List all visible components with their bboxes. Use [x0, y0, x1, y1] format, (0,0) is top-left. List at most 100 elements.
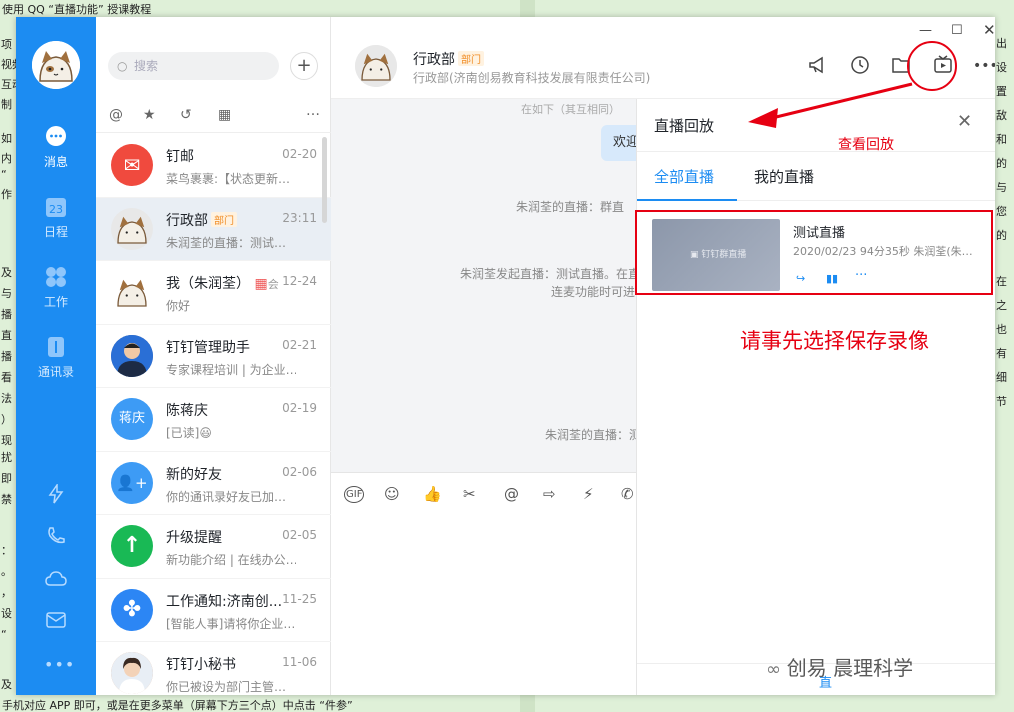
- system-message: 在如下（其互相同）: [521, 103, 620, 116]
- list-item[interactable]: 蒋庆 陈蒋庆 02-19 [已读]😃: [96, 388, 331, 452]
- message-composer: GIF ☺ 👍 ✂ @ ⇨ ⚡ ✆: [331, 472, 651, 695]
- doc-fragment: 播: [1, 308, 12, 321]
- chat-bubble-icon: [44, 125, 68, 149]
- share-file-icon[interactable]: ⇨: [543, 485, 556, 503]
- stats-icon[interactable]: ▮▮: [826, 272, 838, 285]
- doc-fragment: “: [1, 168, 7, 181]
- conversation-name: 陈蒋庆: [166, 403, 208, 419]
- doc-fragment: 。: [1, 565, 12, 578]
- list-item[interactable]: 👤+ 新的好友 02-06 你的通讯录好友已加…: [96, 452, 331, 515]
- conversation-time: 11-06: [282, 655, 317, 669]
- filter-more-icon[interactable]: …: [306, 103, 320, 119]
- doc-fragment: 的: [996, 157, 1007, 170]
- minimize-icon[interactable]: —: [919, 23, 932, 38]
- doc-fragment: 出: [996, 37, 1007, 50]
- nav-label-calendar: 日程: [43, 225, 68, 239]
- more-options-icon[interactable]: •••: [973, 55, 995, 77]
- add-button[interactable]: +: [290, 52, 318, 80]
- search-input[interactable]: ○ 搜索: [108, 52, 279, 80]
- share-icon[interactable]: ↪: [796, 272, 805, 285]
- department-tag: 部门: [211, 211, 237, 227]
- conversation-name: 新的好友: [166, 466, 222, 483]
- lightning-icon[interactable]: [44, 482, 68, 508]
- conversation-badge: 会: [267, 278, 279, 291]
- search-icon: ○: [117, 59, 128, 73]
- replay-highlight-circle: [907, 41, 957, 91]
- history-icon[interactable]: [849, 55, 871, 77]
- list-item[interactable]: ✤ 工作通知:济南创... 11-25 [智能人事]请将你企业…: [96, 579, 331, 642]
- doc-fragment: 在之: [996, 275, 1007, 312]
- doc-fragment: ：: [1, 544, 12, 557]
- tab-all-lives[interactable]: 全部直播: [654, 166, 714, 187]
- doc-fragment-column-right: 在之 也有 细节: [996, 270, 1014, 414]
- gif-icon[interactable]: GIF: [344, 486, 365, 503]
- nav-item-contacts[interactable]: 通讯录: [16, 335, 96, 380]
- list-item[interactable]: ↑ 升级提醒 02-05 新功能介绍 | 在线办公…: [96, 515, 331, 579]
- doc-fragment: 播: [1, 350, 12, 363]
- doc-fragment: 设: [1, 607, 12, 620]
- replay-thumbnail[interactable]: ▣ 钉钉群直播: [652, 219, 780, 291]
- nav-item-work[interactable]: 工作: [16, 265, 96, 310]
- star-filter-icon[interactable]: ★: [143, 107, 156, 123]
- doc-fragment: ，: [1, 586, 12, 599]
- call-icon[interactable]: ✆: [621, 485, 634, 503]
- more-dots-icon[interactable]: •••: [44, 653, 74, 677]
- emoji-icon[interactable]: ☺: [384, 485, 400, 503]
- live-replay-card[interactable]: ▣ 钉钉群直播 测试直播 2020/02/23 94分35秒 朱润荃(朱… ↪ …: [635, 210, 993, 295]
- doc-fragment: 与: [1, 287, 12, 300]
- card-more-icon[interactable]: ···: [855, 268, 867, 283]
- add-friend-avatar-icon: 👤+: [111, 461, 153, 504]
- mention-filter-icon[interactable]: @: [109, 107, 123, 123]
- maximize-icon[interactable]: ☐: [951, 23, 963, 38]
- tab-my-lives[interactable]: 我的直播: [754, 166, 814, 187]
- conversation-name-wrap: 我（朱润荃） ▦会: [166, 273, 279, 293]
- conversation-time: 02-20: [282, 147, 317, 161]
- list-item[interactable]: 钉钉小秘书 11-06 你已被设为部门主管…: [96, 642, 331, 695]
- calendar-day: 23: [49, 203, 63, 216]
- doc-fragment: 设置: [996, 61, 1007, 98]
- system-message: 朱润荃的直播：测: [545, 428, 642, 442]
- doc-fragment: 作: [1, 188, 12, 201]
- conversation-name: 升级提醒: [166, 530, 222, 546]
- panel-title: 直播回放: [654, 117, 715, 135]
- list-scrollbar[interactable]: [322, 137, 327, 223]
- conversation-name: 钉邮: [166, 149, 194, 165]
- system-message: 朱润荃的直播：群直: [516, 200, 625, 214]
- cloud-icon[interactable]: [44, 569, 68, 593]
- thumbnail-label: ▣ 钉钉群直播: [690, 250, 747, 260]
- user-avatar[interactable]: [32, 41, 80, 89]
- list-item[interactable]: 行政部 部门 23:11 朱润荃的直播：测试…: [96, 197, 331, 261]
- nav-item-calendar[interactable]: 23 日程: [16, 195, 96, 240]
- cat-avatar-icon: [111, 271, 153, 313]
- conversation-time: 23:11: [282, 210, 317, 225]
- nav-item-messages[interactable]: 消息: [16, 125, 96, 170]
- upgrade-avatar-icon: ↑: [111, 525, 153, 567]
- ding-icon[interactable]: ⚡: [583, 485, 594, 503]
- mention-icon[interactable]: @: [504, 485, 519, 503]
- phone-icon[interactable]: [44, 526, 68, 550]
- recent-filter-icon[interactable]: ↺: [180, 107, 192, 123]
- assistant-avatar-icon: [111, 652, 153, 694]
- archive-filter-icon[interactable]: ▦: [218, 107, 231, 123]
- doc-fragment: 内: [1, 152, 12, 165]
- list-item[interactable]: 钉钉管理助手 02-21 专家课程培训 | 为企业…: [96, 325, 331, 388]
- scissors-icon[interactable]: ✂: [463, 485, 476, 503]
- conversation-preview: 你已被设为部门主管…: [166, 680, 287, 694]
- group-avatar[interactable]: [355, 45, 397, 87]
- work-notice-avatar-icon: ✤: [111, 588, 153, 631]
- contacts-icon: [44, 335, 68, 359]
- doc-fragment-column-right: 出 设置 敌和 的 与 您的: [996, 32, 1014, 248]
- doc-fragment: 即: [1, 472, 12, 485]
- thumbs-up-icon[interactable]: 👍: [423, 485, 442, 503]
- announcement-icon[interactable]: [807, 55, 829, 77]
- list-item[interactable]: 我（朱润荃） ▦会 12-24 你好: [96, 261, 331, 325]
- chat-subtitle: 行政部(济南创易教育科技发展有限责任公司): [413, 71, 651, 85]
- doc-fragment: 扰: [1, 451, 12, 464]
- nav-label-contacts: 通讯录: [37, 365, 74, 379]
- doc-fragment-column: 扰 即 禁: [1, 447, 15, 510]
- doc-fragment-column: 及 与 播 直 播 看 法 ） 现: [1, 262, 15, 451]
- mail-icon[interactable]: [44, 611, 68, 635]
- list-item[interactable]: ✉ 钉邮 02-20 菜鸟裹裹:【状态更新…: [96, 134, 331, 198]
- close-icon[interactable]: ✕: [957, 111, 972, 132]
- close-window-icon[interactable]: ✕: [983, 21, 995, 39]
